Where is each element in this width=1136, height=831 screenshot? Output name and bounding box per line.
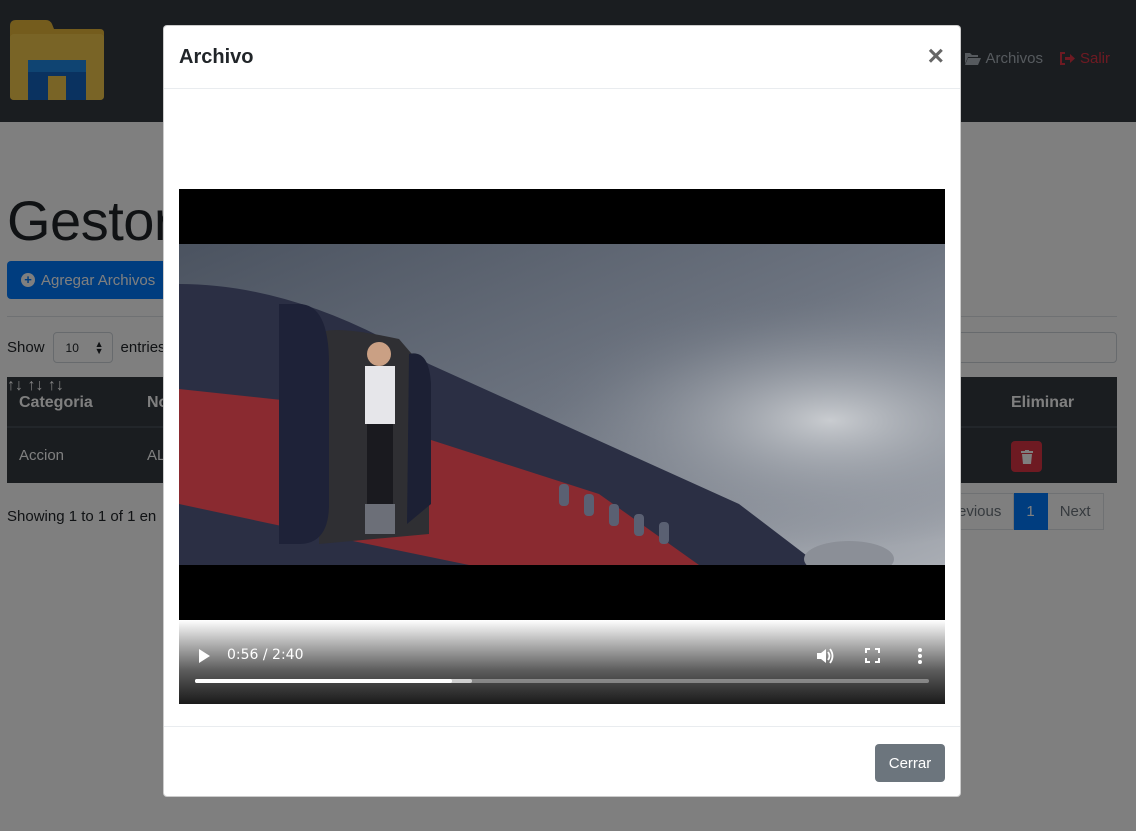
fullscreen-icon[interactable] — [865, 648, 880, 663]
volume-icon[interactable] — [816, 647, 834, 665]
video-frame — [179, 244, 945, 565]
more-options-icon[interactable] — [916, 647, 924, 665]
file-modal: Archivo × 0:56 / 2:40 Cerrar — [163, 25, 961, 797]
modal-footer: Cerrar — [164, 726, 960, 797]
play-icon[interactable] — [197, 649, 211, 663]
video-time: 0:56 / 2:40 — [227, 647, 304, 663]
modal-title: Archivo — [179, 46, 254, 68]
video-progress-fill — [195, 679, 452, 683]
cerrar-button[interactable]: Cerrar — [875, 744, 945, 782]
modal-header: Archivo × — [164, 26, 960, 89]
modal-close-icon[interactable]: × — [928, 42, 944, 70]
video-player[interactable]: 0:56 / 2:40 — [179, 189, 945, 704]
video-controls: 0:56 / 2:40 — [179, 620, 945, 704]
video-progress-bar[interactable] — [195, 679, 929, 683]
